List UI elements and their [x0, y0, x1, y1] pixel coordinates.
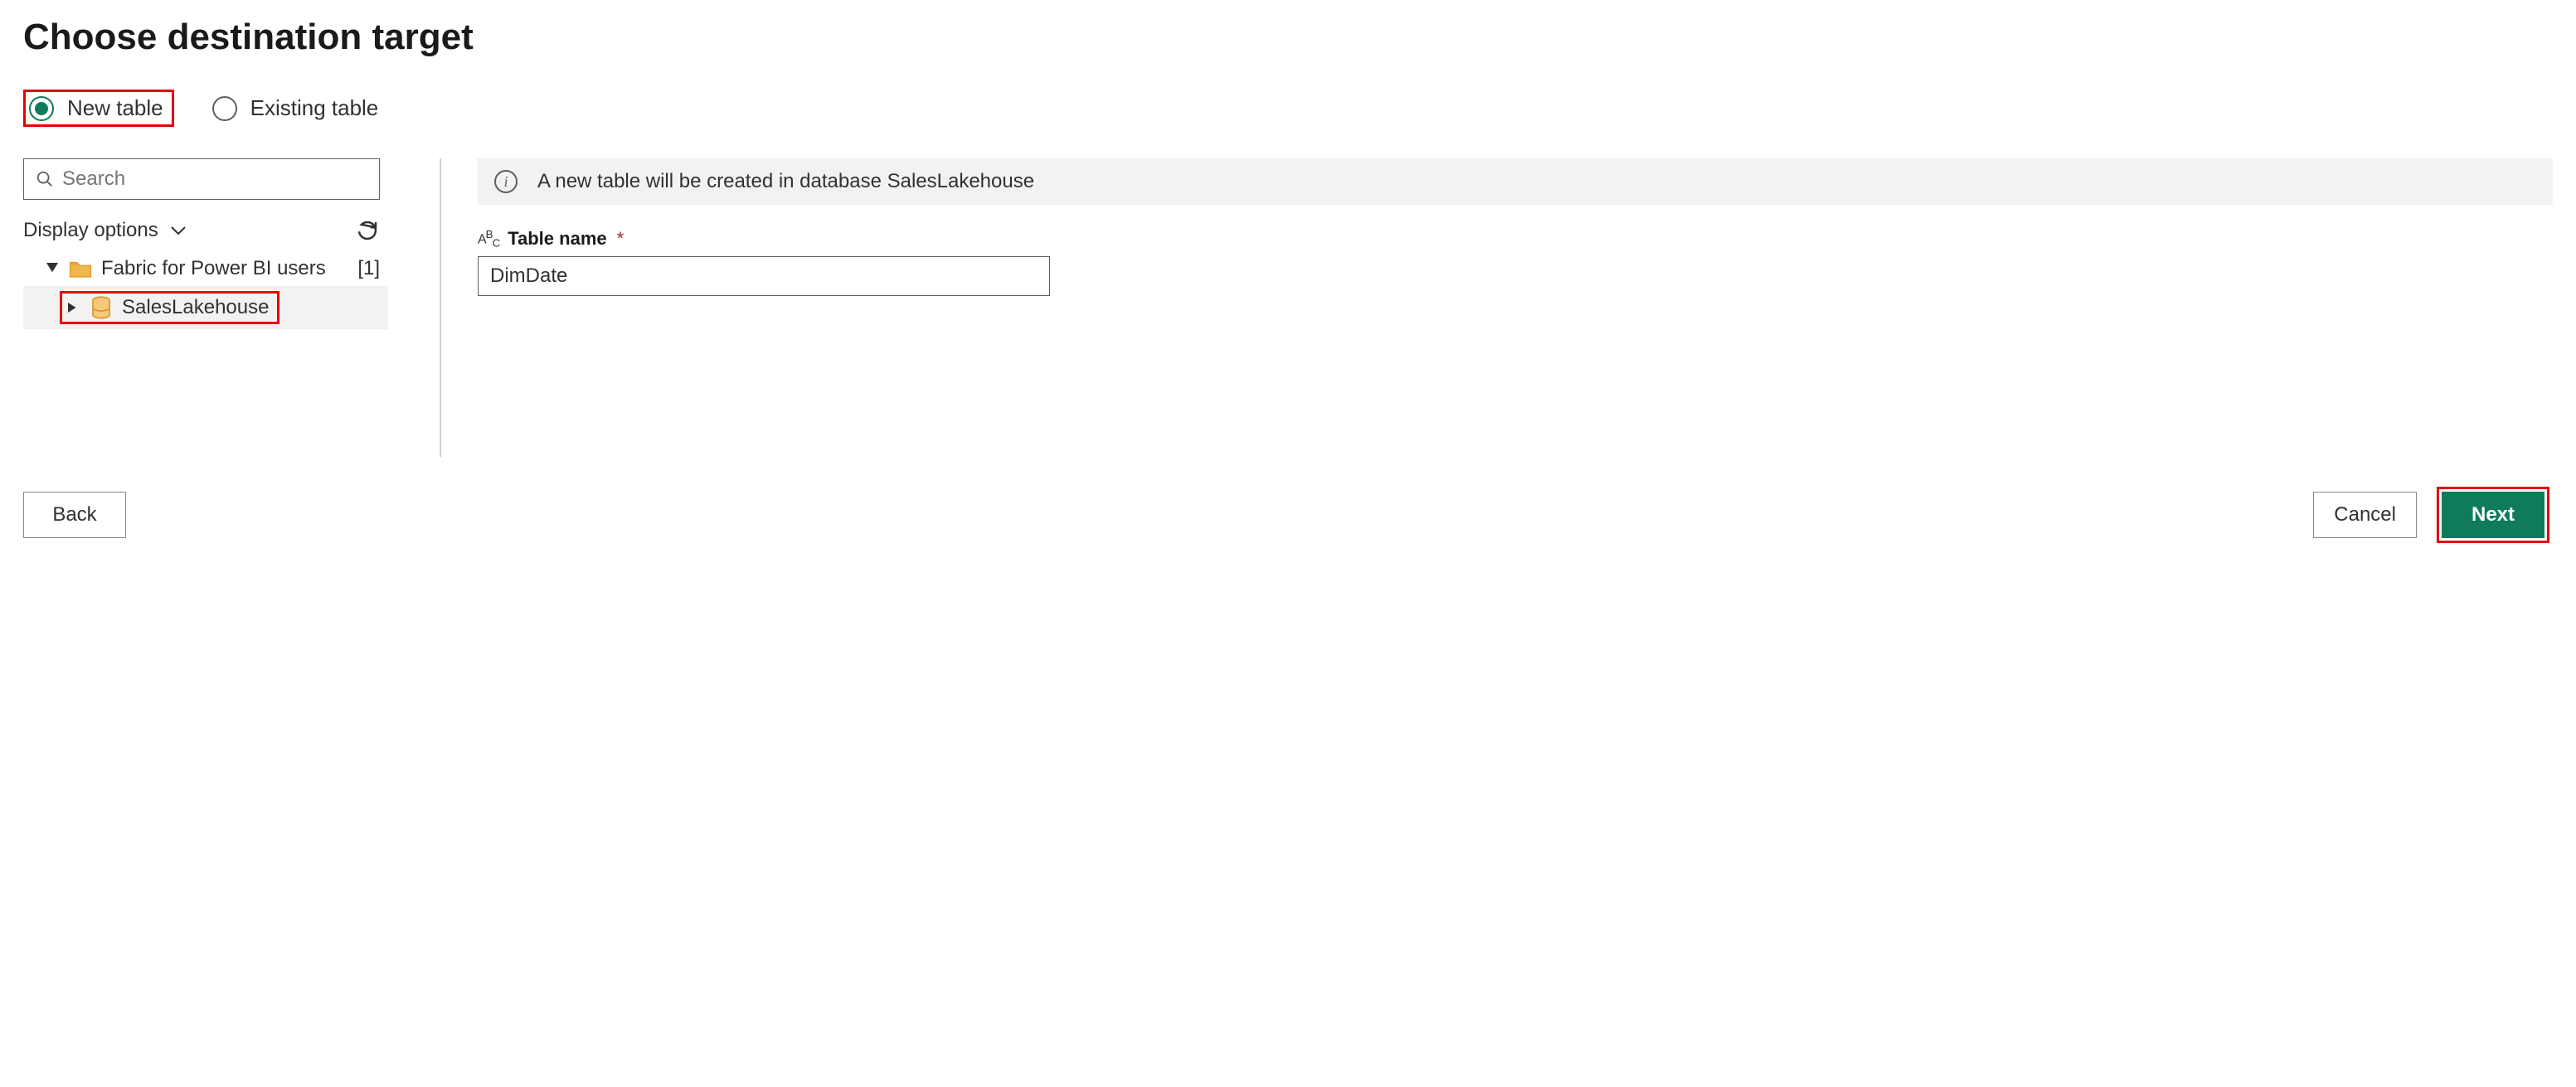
- folder-icon: [68, 256, 93, 281]
- tree-workspace-count: [1]: [357, 257, 382, 280]
- search-input[interactable]: [62, 167, 367, 191]
- cancel-button[interactable]: Cancel: [2313, 492, 2417, 538]
- dialog-footer: Back Cancel Next: [23, 487, 2553, 543]
- tree-workspace-row[interactable]: Fabric for Power BI users [1]: [23, 251, 388, 286]
- back-button[interactable]: Back: [23, 492, 126, 538]
- required-indicator: *: [617, 228, 625, 250]
- next-button[interactable]: Next: [2442, 492, 2544, 538]
- navigator-tree: Fabric for Power BI users [1] SalesLakeh…: [23, 251, 388, 329]
- table-name-label-row: ABC Table name *: [478, 228, 2553, 250]
- tree-lakehouse-label: SalesLakehouse: [122, 296, 269, 319]
- display-options-label: Display options: [23, 219, 158, 242]
- radio-unselected-icon: [212, 96, 237, 121]
- radio-new-table[interactable]: New table: [23, 90, 174, 127]
- radio-new-table-label: New table: [67, 95, 163, 121]
- navigator-panel: Display options Fabric for Power BI u: [23, 158, 421, 457]
- display-options-dropdown[interactable]: Display options: [23, 219, 187, 242]
- details-panel: i A new table will be created in databas…: [478, 158, 2553, 457]
- radio-existing-table[interactable]: Existing table: [209, 90, 387, 127]
- destination-type-radio-group: New table Existing table: [23, 90, 2553, 127]
- tree-lakehouse-row[interactable]: SalesLakehouse: [23, 286, 388, 329]
- search-input-wrapper[interactable]: [23, 158, 380, 200]
- search-icon: [36, 170, 54, 188]
- table-name-input[interactable]: [478, 256, 1050, 296]
- info-text: A new table will be created in database …: [537, 170, 1034, 193]
- collapse-icon[interactable]: [45, 263, 60, 274]
- table-name-label: Table name: [508, 228, 606, 250]
- radio-existing-table-label: Existing table: [250, 95, 379, 121]
- text-type-icon: ABC: [478, 228, 499, 250]
- panel-divider: [440, 158, 441, 457]
- chevron-down-icon: [170, 225, 187, 236]
- info-icon: i: [494, 170, 518, 193]
- next-button-highlight: Next: [2437, 487, 2549, 543]
- radio-selected-icon: [29, 96, 54, 121]
- expand-icon[interactable]: [66, 302, 80, 313]
- info-banner: i A new table will be created in databas…: [478, 158, 2553, 205]
- tree-workspace-label: Fabric for Power BI users: [101, 257, 326, 280]
- database-icon: [89, 295, 114, 320]
- tree-lakehouse-highlight: SalesLakehouse: [60, 291, 279, 324]
- page-title: Choose destination target: [23, 17, 2553, 58]
- refresh-icon[interactable]: [355, 218, 380, 243]
